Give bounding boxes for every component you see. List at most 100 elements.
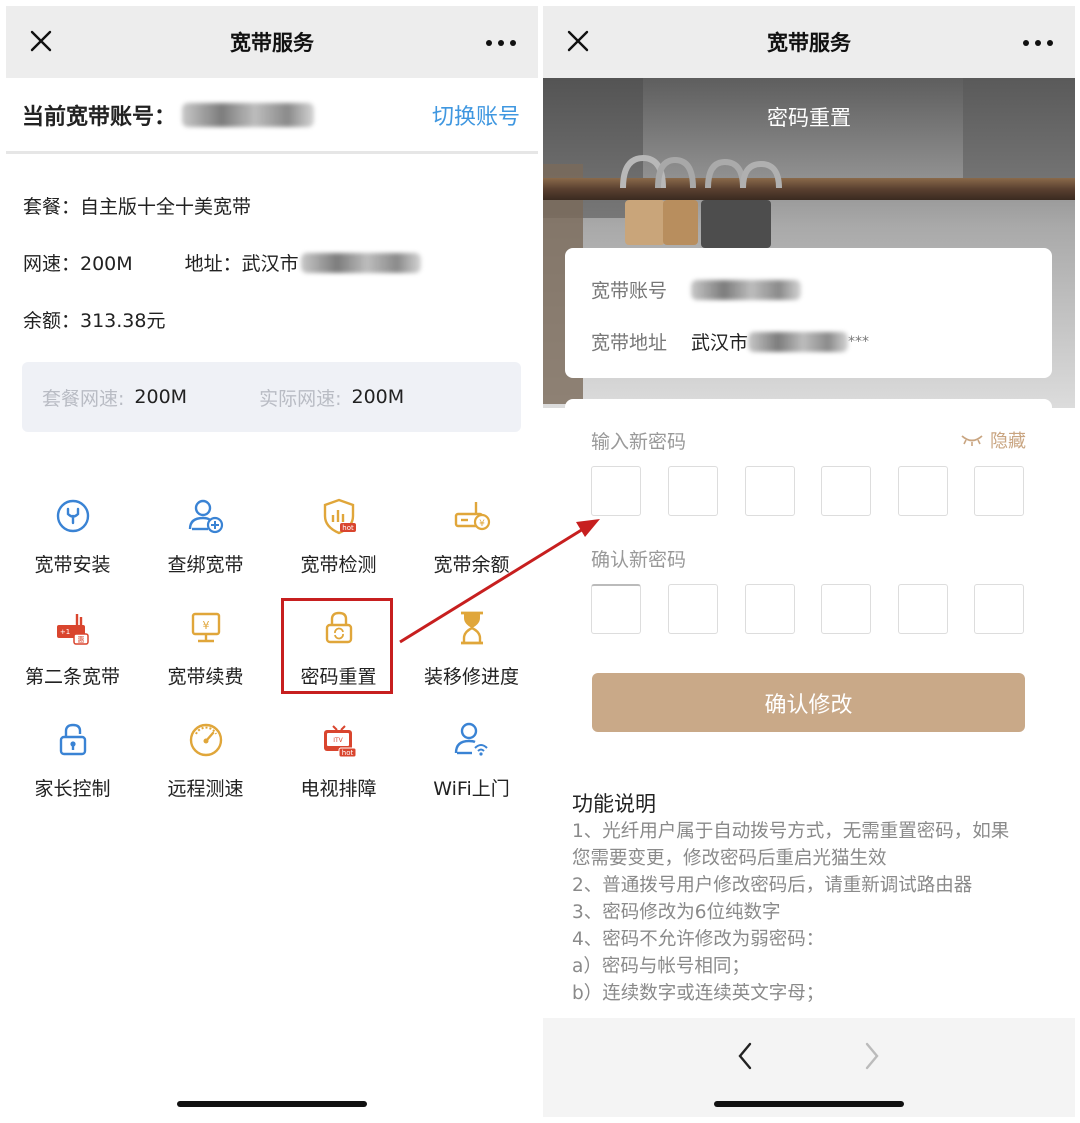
hero-title: 密码重置 (767, 106, 851, 130)
pin-box[interactable] (821, 466, 871, 516)
service-balance[interactable]: ¥ 宽带余额 (405, 496, 538, 596)
function-line: b）连续数字或连续英文字母； (572, 983, 825, 1004)
pin-box[interactable] (974, 466, 1024, 516)
pin-box[interactable] (745, 584, 795, 634)
pin-box[interactable] (745, 466, 795, 516)
service-label: 电视排障 (300, 778, 377, 800)
service-second-broadband[interactable]: +1 惠 第二条宽带 (6, 608, 139, 708)
lock-icon (59, 723, 86, 756)
svg-text:惠: 惠 (77, 635, 84, 644)
close-icon[interactable] (28, 28, 54, 54)
service-parental-control[interactable]: 家长控制 (6, 720, 139, 820)
left-screen: 宽带服务 当前宽带账号： 切换账号 套餐：自主版十全十美宽带 网速：200M 地… (6, 6, 538, 1117)
nav-title: 宽带服务 (230, 31, 314, 55)
svg-text:hot: hot (341, 749, 353, 757)
svg-text:+1: +1 (59, 628, 69, 636)
confirm-change-button[interactable]: 确认修改 (592, 673, 1025, 732)
actual-speed-label: 实际网速: (259, 387, 342, 410)
account-line: 宽带账号 (591, 276, 801, 303)
router-yen-icon: ¥ (454, 502, 490, 531)
service-label: 查绑宽带 (167, 554, 244, 576)
tv-hot-icon: ITV hot (323, 725, 356, 758)
package-info: 套餐：自主版十全十美宽带 (23, 196, 252, 218)
service-progress[interactable]: 装移修进度 (405, 608, 538, 708)
new-password-label: 输入新密码 (591, 431, 687, 453)
confirm-password-label: 确认新密码 (591, 549, 687, 571)
closed-eye-icon (961, 435, 983, 446)
account-number-blurred (691, 279, 801, 300)
nav-bar: 宽带服务 (543, 6, 1075, 78)
right-screen: 宽带服务 密码重置 宽带账号 宽带地址 武汉市 *** 输入新密码 隐藏 确认新… (543, 6, 1075, 1117)
back-chevron-icon[interactable] (734, 1040, 756, 1072)
package-speed-value: 200M (134, 386, 188, 408)
function-line: 您需要变更，修改密码后重启光猫生效 (572, 848, 887, 869)
switch-account-link[interactable]: 切换账号 (432, 99, 520, 131)
speed-address-line: 网速：200M 地址：武汉市 (23, 249, 421, 276)
monitor-yen-icon: ¥ (191, 612, 220, 643)
svg-text:¥: ¥ (479, 519, 485, 529)
home-indicator (177, 1101, 367, 1107)
service-label: 远程测速 (167, 778, 244, 800)
forward-chevron-icon[interactable] (861, 1040, 883, 1072)
service-tv-fault[interactable]: ITV hot 电视排障 (272, 720, 405, 820)
toggle-hide-button[interactable]: 隐藏 (960, 427, 1026, 453)
address-line: 宽带地址 武汉市 *** (591, 328, 869, 355)
shield-hot-icon: hot (323, 498, 356, 535)
new-password-boxes (591, 466, 1024, 516)
service-label: 第二条宽带 (24, 666, 120, 688)
pin-box[interactable] (974, 584, 1024, 634)
address-value: 武汉市 (691, 332, 749, 354)
pin-box[interactable] (821, 584, 871, 634)
browser-bottom-bar (543, 1018, 1075, 1117)
svg-text:¥: ¥ (202, 619, 209, 632)
pin-box[interactable] (898, 584, 948, 634)
router-plus-icon: +1 惠 (56, 614, 89, 645)
service-label: WiFi上门 (433, 778, 510, 800)
address-mask: *** (848, 333, 870, 350)
nav-title: 宽带服务 (767, 31, 851, 55)
pin-box[interactable] (668, 466, 718, 516)
account-label: 宽带账号 (591, 280, 668, 302)
service-label: 宽带安装 (34, 554, 111, 576)
address-blurred (748, 331, 849, 352)
address-info: 地址：武汉市 (184, 253, 299, 275)
function-line: 3、密码修改为6位纯数字 (572, 902, 781, 923)
pin-box[interactable] (668, 584, 718, 634)
address-blurred (300, 252, 421, 273)
function-line: 2、普通拨号用户修改密码后，请重新调试路由器 (572, 875, 973, 896)
service-label: 宽带续费 (167, 666, 244, 688)
service-broadband-install[interactable]: 宽带安装 (6, 496, 139, 596)
package-speed-label: 套餐网速: (42, 387, 125, 410)
service-broadband-check[interactable]: hot 宽带检测 (272, 496, 405, 596)
user-wifi-icon (454, 722, 488, 756)
function-line: a）密码与帐号相同； (572, 956, 750, 977)
nav-bar: 宽带服务 (6, 6, 538, 78)
account-info-card: 宽带账号 宽带地址 武汉市 *** (565, 248, 1052, 378)
service-label: 宽带余额 (433, 554, 510, 576)
service-wifi-visit[interactable]: WiFi上门 (405, 720, 538, 820)
pin-box[interactable] (591, 584, 641, 634)
balance-info: 余额：313.38元 (23, 310, 166, 332)
home-indicator (714, 1101, 904, 1107)
pin-box[interactable] (898, 466, 948, 516)
more-icon[interactable] (1023, 40, 1053, 46)
highlight-box (281, 598, 393, 694)
service-label: 家长控制 (34, 778, 111, 800)
wrench-icon (56, 499, 89, 533)
function-line: 1、光纤用户属于自动拨号方式，无需重置密码，如果 (572, 821, 1010, 842)
svg-text:ITV: ITV (333, 737, 343, 744)
speed-info: 网速：200M (23, 253, 133, 275)
account-number-blurred (182, 102, 315, 127)
account-row: 当前宽带账号： 切换账号 (6, 78, 538, 154)
close-icon[interactable] (565, 28, 591, 54)
address-label: 宽带地址 (591, 332, 668, 354)
more-icon[interactable] (486, 40, 516, 46)
user-add-icon (188, 499, 223, 534)
speedometer-icon (189, 723, 222, 757)
hot-badge: hot (342, 524, 354, 532)
service-renewal[interactable]: ¥ 宽带续费 (139, 608, 272, 708)
account-label: 当前宽带账号： (22, 104, 177, 130)
service-bind-query[interactable]: 查绑宽带 (139, 496, 272, 596)
pin-box[interactable] (591, 466, 641, 516)
service-remote-speedtest[interactable]: 远程测速 (139, 720, 272, 820)
